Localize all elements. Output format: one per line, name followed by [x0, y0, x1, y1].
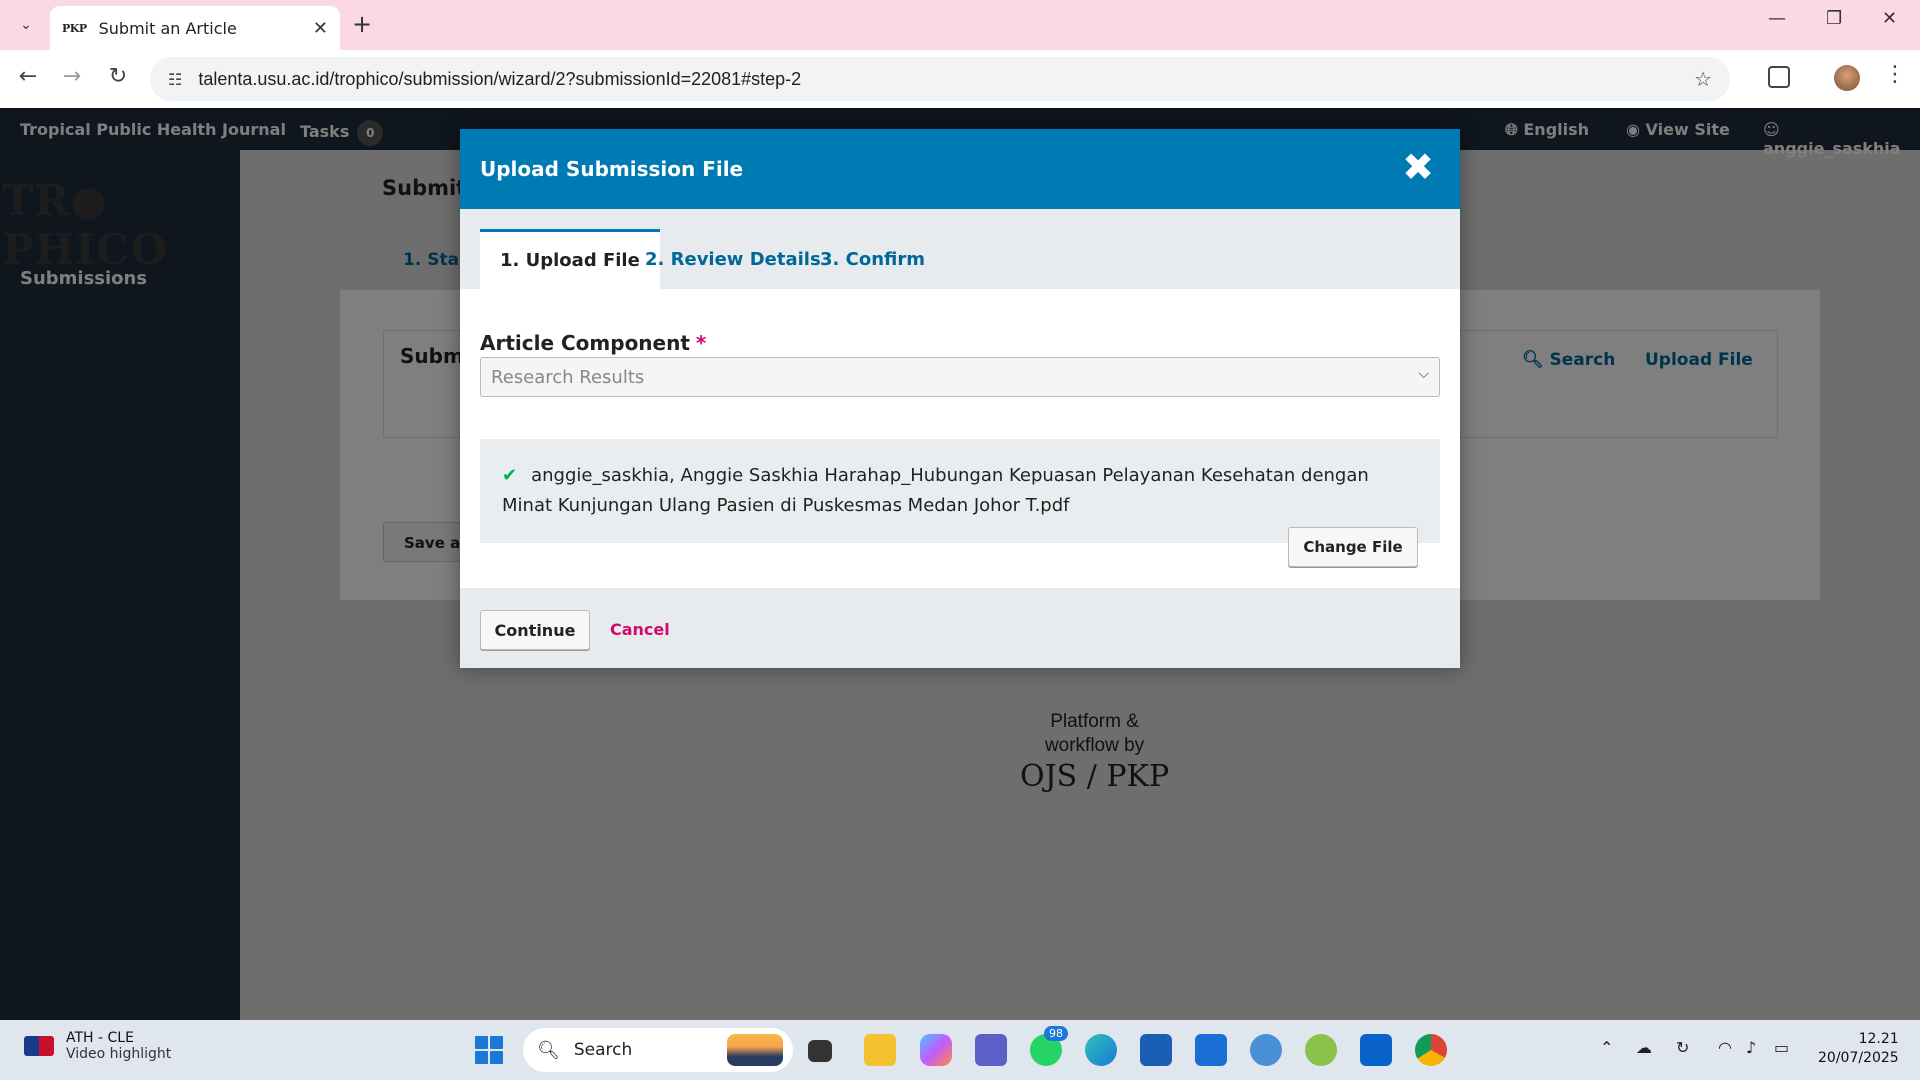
clock-time: 12.21 — [1858, 1031, 1899, 1047]
widget-subtitle: Video highlight — [66, 1046, 172, 1062]
onedrive-icon[interactable]: ☁ — [1636, 1038, 1652, 1057]
close-tab-icon[interactable]: ✕ — [313, 18, 328, 39]
windows-start-icon[interactable] — [475, 1036, 503, 1064]
chrome-icon[interactable] — [1415, 1034, 1447, 1066]
pkp-favicon-icon: PKP — [62, 21, 87, 35]
search-highlight-image — [727, 1034, 783, 1066]
chevron-up-icon[interactable]: ⌃ — [1600, 1038, 1613, 1057]
continue-button[interactable]: Continue — [480, 610, 590, 650]
battery-icon[interactable]: ▭ — [1774, 1038, 1789, 1057]
app-globe-icon[interactable] — [1250, 1034, 1282, 1066]
browser-menu-icon[interactable]: ⋮ — [1884, 62, 1906, 87]
app-green-icon[interactable] — [1305, 1034, 1337, 1066]
outlook-icon[interactable] — [1360, 1034, 1392, 1066]
upload-file-modal: Upload Submission File ✖ 1. Upload File … — [460, 129, 1460, 668]
checkmark-icon: ✔ — [502, 465, 518, 486]
article-component-select[interactable]: Research Results ⌵ — [480, 357, 1440, 397]
reload-icon[interactable]: ↻ — [102, 64, 134, 89]
bookmark-star-icon[interactable]: ☆ — [1694, 67, 1712, 91]
extensions-puzzle-icon[interactable] — [1768, 66, 1790, 88]
close-window-icon[interactable]: ✕ — [1882, 8, 1897, 29]
chevron-down-icon: ⌵ — [1418, 366, 1429, 382]
site-info-icon[interactable]: ☷ — [168, 70, 182, 89]
omnibox[interactable]: ☷ talenta.usu.ac.id/trophico/submission/… — [150, 57, 1730, 101]
task-view-icon[interactable] — [808, 1040, 832, 1062]
tab-search-chevron-icon[interactable]: ⌄ — [10, 10, 42, 40]
article-component-value: Research Results — [491, 366, 645, 388]
uploaded-file-info: ✔ anggie_saskhia, Anggie Saskhia Harahap_… — [502, 461, 1418, 521]
restore-window-icon[interactable]: ❐ — [1826, 8, 1842, 29]
tab-title: Submit an Article — [98, 18, 237, 38]
widget-title: ATH - CLE — [66, 1030, 134, 1046]
minimize-icon[interactable]: — — [1768, 8, 1786, 29]
search-icon: 🔍︎ — [537, 1039, 560, 1061]
modal-title: Upload Submission File — [480, 157, 744, 181]
microsoft-store-icon[interactable] — [1140, 1034, 1172, 1066]
volume-icon[interactable]: ♪ — [1746, 1038, 1756, 1057]
news-widget[interactable]: ATH - CLE Video highlight — [24, 1030, 171, 1062]
windows-taskbar: ATH - CLE Video highlight 🔍︎ Search 98 ⌃… — [0, 1020, 1920, 1080]
uploaded-file-name: anggie_saskhia, Anggie Saskhia Harahap_H… — [502, 465, 1369, 516]
cancel-link[interactable]: Cancel — [610, 620, 670, 639]
modal-body: Article Component * Research Results ⌵ ✔ a… — [460, 289, 1460, 588]
required-mark: * — [695, 331, 707, 355]
tab-confirm[interactable]: 3. Confirm — [800, 229, 945, 289]
app-icon[interactable] — [1195, 1034, 1227, 1066]
address-toolbar: ← → ↻ ☷ talenta.usu.ac.id/trophico/submi… — [0, 50, 1920, 108]
taskbar-search-box[interactable]: 🔍︎ Search — [523, 1028, 793, 1072]
edge-icon[interactable] — [1085, 1034, 1117, 1066]
sync-icon[interactable]: ↻ — [1676, 1038, 1689, 1057]
back-arrow-icon[interactable]: ← — [12, 64, 44, 89]
teams-icon[interactable] — [975, 1034, 1007, 1066]
modal-footer: Continue Cancel — [460, 588, 1460, 668]
clock-date: 20/07/2025 — [1818, 1050, 1899, 1066]
new-tab-plus-icon[interactable]: + — [352, 10, 372, 38]
modal-tabs: 1. Upload File 2. Review Details 3. Conf… — [460, 209, 1460, 289]
wifi-icon[interactable]: ◠ — [1718, 1038, 1732, 1057]
profile-avatar[interactable] — [1834, 65, 1860, 91]
change-file-button[interactable]: Change File — [1288, 527, 1418, 567]
file-explorer-icon[interactable] — [864, 1034, 896, 1066]
copilot-icon[interactable] — [920, 1034, 952, 1066]
forward-arrow-icon[interactable]: → — [56, 64, 88, 89]
article-component-label: Article Component * — [480, 331, 706, 355]
system-clock[interactable]: 12.21 20/07/2025 — [1818, 1030, 1899, 1068]
taskbar-search-label: Search — [573, 1040, 633, 1060]
whatsapp-badge: 98 — [1044, 1026, 1068, 1041]
close-icon[interactable]: ✖ — [1396, 145, 1440, 189]
url-text[interactable]: talenta.usu.ac.id/trophico/submission/wi… — [198, 69, 801, 90]
article-component-label-text: Article Component — [480, 331, 690, 355]
mlb-logo-icon — [24, 1036, 54, 1056]
browser-tab-bar: ⌄ PKP Submit an Article ✕ + — ❐ ✕ — [0, 0, 1920, 50]
browser-tab-active[interactable]: PKP Submit an Article ✕ — [50, 6, 340, 50]
modal-header: Upload Submission File ✖ — [460, 129, 1460, 209]
